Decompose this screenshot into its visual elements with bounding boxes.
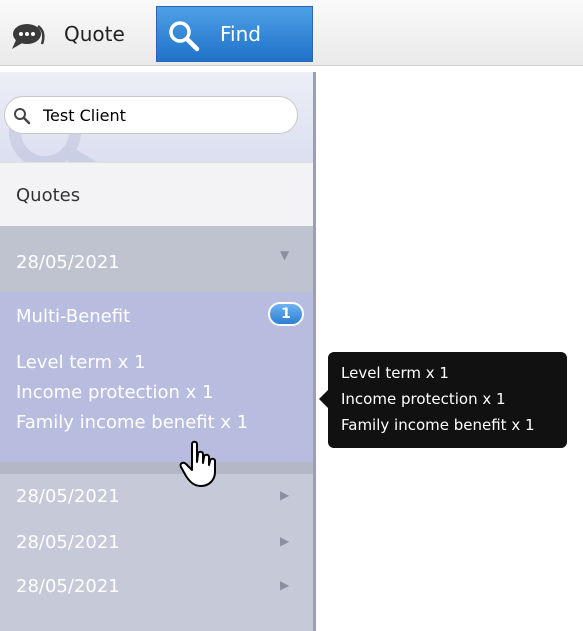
tab-quote-label: Quote	[64, 22, 125, 46]
quote-date-label: 28/05/2021	[16, 252, 120, 273]
quote-date-row[interactable]: 28/05/2021 ▼	[0, 226, 313, 292]
quote-date-row[interactable]: 28/05/2021 ▶	[0, 476, 313, 516]
tab-quote[interactable]: Quote	[0, 6, 154, 62]
find-sidebar: Quotes 28/05/2021 ▼ Multi-Benefit 1 Leve…	[0, 72, 316, 631]
magnifier-icon	[169, 21, 200, 52]
tooltip: Level term x 1 Income protection x 1 Fam…	[328, 352, 567, 448]
triangle-right-icon[interactable]: ▶	[280, 534, 289, 548]
section-title: Quotes	[16, 185, 81, 206]
benefit-line: Family income benefit x 1	[16, 412, 249, 433]
tab-find[interactable]: Find	[156, 6, 313, 62]
tooltip-line: Family income benefit x 1	[341, 416, 535, 434]
triangle-right-icon[interactable]: ▶	[280, 488, 289, 502]
search-box	[4, 96, 298, 134]
tab-find-label: Find	[220, 22, 261, 46]
tooltip-pointer	[319, 390, 328, 408]
chat-bubble-icon	[12, 24, 45, 49]
quote-date-label: 28/05/2021	[16, 532, 120, 553]
quote-date-label: 28/05/2021	[16, 576, 120, 597]
hand-cursor-icon	[179, 440, 216, 487]
tooltip-line: Income protection x 1	[341, 390, 506, 408]
quote-date-label: 28/05/2021	[16, 486, 120, 507]
triangle-down-icon[interactable]: ▼	[280, 248, 289, 262]
top-toolbar: Quote Find	[0, 0, 583, 66]
quote-date-row[interactable]: 28/05/2021 ▶	[0, 522, 313, 562]
expanded-quote-card[interactable]: Multi-Benefit 1 Level term x 1 Income pr…	[0, 292, 313, 462]
search-icon	[14, 108, 31, 125]
benefit-line: Level term x 1	[16, 352, 146, 373]
divider	[0, 462, 313, 474]
tooltip-line: Level term x 1	[341, 364, 449, 382]
triangle-right-icon[interactable]: ▶	[280, 578, 289, 592]
benefit-line: Income protection x 1	[16, 382, 214, 403]
quote-date-row[interactable]: 28/05/2021 ▶	[0, 566, 313, 606]
section-header-quotes: Quotes	[0, 162, 313, 226]
quote-type-label: Multi-Benefit	[16, 306, 131, 327]
search-input[interactable]	[43, 103, 283, 127]
search-area	[0, 72, 313, 162]
count-badge: 1	[268, 302, 304, 326]
